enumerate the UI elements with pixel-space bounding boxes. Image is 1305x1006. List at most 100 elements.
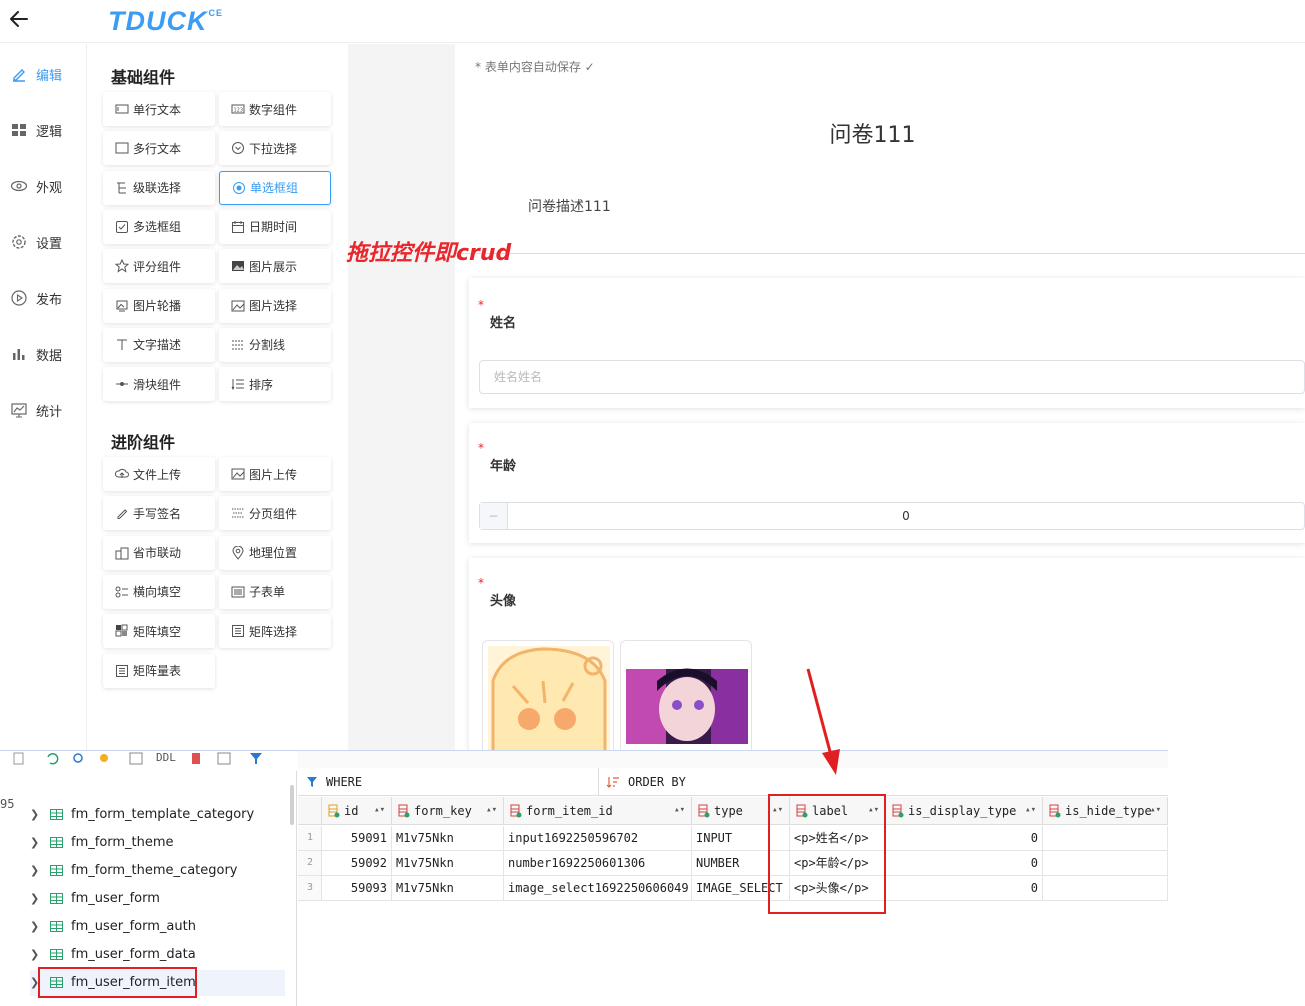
tree-table-item[interactable]: ❯ fm_form_theme xyxy=(30,830,174,854)
row-number: 2 xyxy=(298,851,322,876)
tree-table-item[interactable]: ❯ fm_form_theme_category xyxy=(30,858,238,882)
nav-stats[interactable]: 统计 xyxy=(10,399,82,421)
column-header-id[interactable]: id ▴▾ xyxy=(322,797,392,825)
cell-form-item-id[interactable]: image_select1692250606049 xyxy=(504,876,692,901)
image-option-2[interactable] xyxy=(620,640,752,760)
component-label: 分页组件 xyxy=(249,506,298,521)
component-cascader[interactable]: 级联选择 xyxy=(103,170,215,205)
age-number-input[interactable]: − 0 xyxy=(479,502,1305,530)
component-cloud-upload[interactable]: 文件上传 xyxy=(103,457,215,491)
toolbar-icons xyxy=(13,752,262,765)
sort-toggle-icon[interactable]: ▴▾ xyxy=(1025,805,1036,815)
name-input[interactable]: 姓名姓名 xyxy=(479,360,1305,394)
cell-form-key[interactable]: M1v75Nkn xyxy=(392,876,504,901)
chevron-right-icon[interactable]: ❯ xyxy=(30,892,42,905)
cell-is-display-type[interactable]: 0 xyxy=(886,851,1043,876)
where-input[interactable]: WHERE xyxy=(326,775,362,789)
nav-data[interactable]: 数据 xyxy=(10,343,82,365)
chevron-right-icon[interactable]: ❯ xyxy=(30,864,42,877)
cell-id[interactable]: 59092 xyxy=(322,851,392,876)
form-title[interactable]: 问卷111 xyxy=(0,117,1305,149)
table-name: fm_user_form xyxy=(71,890,160,906)
component-divider[interactable]: 分割线 xyxy=(219,327,331,362)
chevron-right-icon[interactable]: ❯ xyxy=(30,976,42,989)
cell-is-display-type[interactable]: 0 xyxy=(886,876,1043,901)
sort-toggle-icon[interactable]: ▴▾ xyxy=(486,805,497,815)
ddl-button[interactable]: DDL xyxy=(156,751,176,764)
component-slider[interactable]: 滑块组件 xyxy=(103,367,215,402)
cell-is-hide-type[interactable] xyxy=(1043,876,1168,901)
component-calendar[interactable]: 日期时间 xyxy=(219,209,331,244)
image-option-1[interactable] xyxy=(482,640,614,760)
component-label: 矩阵量表 xyxy=(133,664,182,678)
component-location[interactable]: 地理位置 xyxy=(219,535,331,570)
column-header-form-key[interactable]: form_key ▴▾ xyxy=(392,797,504,825)
component-checkbox[interactable]: 多选框组 xyxy=(103,209,215,244)
back-arrow-icon[interactable] xyxy=(8,8,30,30)
component-pen[interactable]: 手写签名 xyxy=(103,496,215,531)
component-image[interactable]: 图片展示 xyxy=(219,249,331,284)
sort-toggle-icon[interactable]: ▴▾ xyxy=(374,805,385,815)
cell-id[interactable]: 59091 xyxy=(322,826,392,851)
sort-toggle-icon[interactable]: ▴▾ xyxy=(1150,805,1161,815)
matrix-select-icon xyxy=(232,625,244,638)
nav-appearance[interactable]: 外观 xyxy=(10,175,82,197)
cell-is-display-type[interactable]: 0 xyxy=(886,826,1043,851)
fill-blank-icon xyxy=(115,586,128,598)
tree-table-item[interactable]: ❯ fm_user_form xyxy=(30,886,160,910)
cell-form-key[interactable]: M1v75Nkn xyxy=(392,826,504,851)
tree-table-item[interactable]: ❯ fm_user_form_item xyxy=(30,970,196,994)
component-sort[interactable]: 排序 xyxy=(219,367,331,402)
stats-icon xyxy=(11,403,27,418)
component-matrix-select[interactable]: 矩阵选择 xyxy=(219,614,331,649)
component-text[interactable]: 文字描述 xyxy=(103,327,215,362)
description-divider xyxy=(455,253,1305,254)
age-value[interactable]: 0 xyxy=(508,503,1304,529)
cell-id[interactable]: 59093 xyxy=(322,876,392,901)
cell-is-hide-type[interactable] xyxy=(1043,826,1168,851)
nav-edit[interactable]: 编辑 xyxy=(10,63,82,85)
cell-is-hide-type[interactable] xyxy=(1043,851,1168,876)
nav-settings[interactable]: 设置 xyxy=(10,231,82,253)
component-radio[interactable]: 单选框组 xyxy=(219,170,331,205)
component-label: 多选框组 xyxy=(133,220,182,235)
filter-divider xyxy=(598,768,599,796)
background-strip xyxy=(1168,750,1305,1005)
component-image-select[interactable]: 图片选择 xyxy=(219,288,331,323)
component-pagination[interactable]: 分页组件 xyxy=(219,496,331,531)
component-label: 分割线 xyxy=(249,338,286,353)
form-description[interactable]: 问卷描述111 xyxy=(528,196,611,216)
top-bar: TDUCKCE xyxy=(0,0,1305,43)
component-subform[interactable]: 子表单 xyxy=(219,574,331,609)
column-header-is-display-type[interactable]: is_display_type ▴▾ xyxy=(886,797,1043,825)
component-label: 图片轮播 xyxy=(133,299,182,313)
tree-table-item[interactable]: ❯ fm_user_form_auth xyxy=(30,914,196,938)
chevron-right-icon[interactable]: ❯ xyxy=(30,836,42,849)
chevron-right-icon[interactable]: ❯ xyxy=(30,808,42,821)
tree-scrollbar[interactable] xyxy=(290,785,294,825)
tree-table-item[interactable]: ❯ fm_user_form_data xyxy=(30,942,196,966)
component-matrix-fill[interactable]: 矩阵填空 xyxy=(103,614,215,649)
cell-form-item-id[interactable]: input1692250596702 xyxy=(504,826,692,851)
cell-form-item-id[interactable]: number1692250601306 xyxy=(504,851,692,876)
component-building[interactable]: 省市联动 xyxy=(103,535,215,570)
sort-toggle-icon[interactable]: ▴▾ xyxy=(674,805,685,815)
component-star[interactable]: 评分组件 xyxy=(103,249,215,284)
chevron-right-icon[interactable]: ❯ xyxy=(30,948,42,961)
column-header-is-hide-type[interactable]: is_hide_type ▴▾ xyxy=(1043,797,1168,825)
column-header-form-item-id[interactable]: form_item_id ▴▾ xyxy=(504,797,692,825)
component-fill-blank[interactable]: 横向填空 xyxy=(103,574,215,609)
cell-form-key[interactable]: M1v75Nkn xyxy=(392,851,504,876)
component-matrix-scale[interactable]: 矩阵量表 xyxy=(103,653,215,688)
column-name: form_key xyxy=(414,803,472,818)
text-icon xyxy=(117,339,127,350)
pen-icon xyxy=(117,509,128,520)
nav-publish[interactable]: 发布 xyxy=(10,287,82,309)
component-carousel[interactable]: 图片轮播 xyxy=(103,288,215,323)
decrement-button[interactable]: − xyxy=(480,503,508,529)
component-image-upload[interactable]: 图片上传 xyxy=(219,457,331,491)
tree-table-item[interactable]: ❯ fm_form_template_category xyxy=(30,802,254,826)
chevron-right-icon[interactable]: ❯ xyxy=(30,920,42,933)
order-by-input[interactable]: ORDER BY xyxy=(628,775,686,789)
number-icon: 123 xyxy=(231,104,245,114)
